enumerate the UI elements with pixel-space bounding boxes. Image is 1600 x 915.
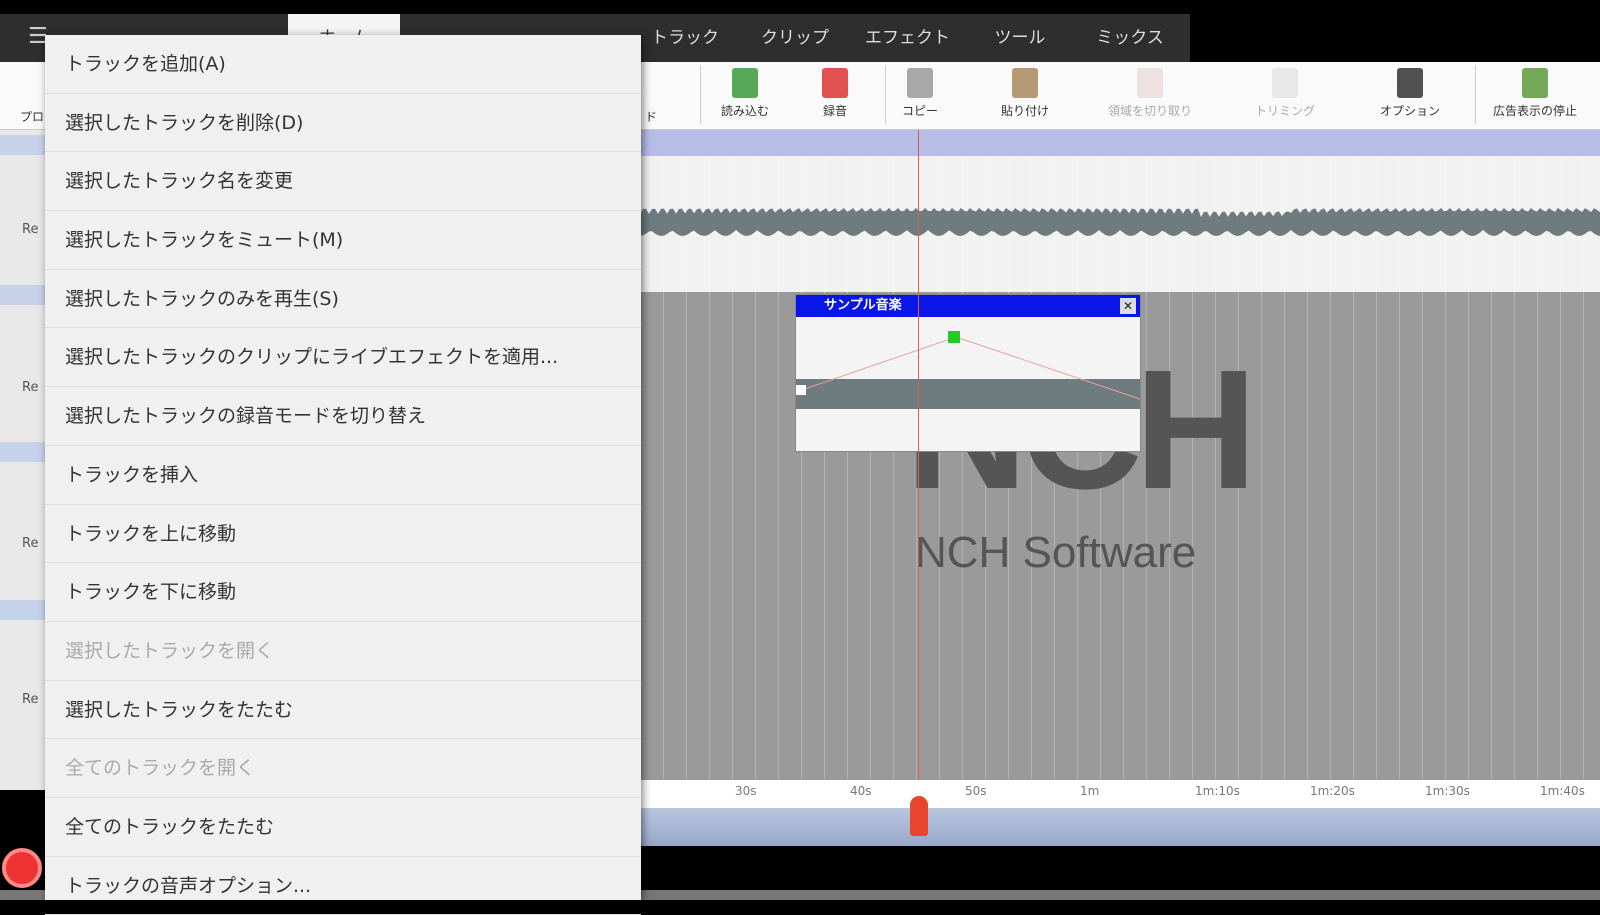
track-name[interactable]: Re — [22, 692, 38, 707]
globe-icon — [1522, 68, 1548, 98]
options-icon — [1397, 68, 1423, 98]
ruler-tick-label: 50s — [965, 784, 987, 798]
tab-mix[interactable]: ミックス — [1085, 14, 1175, 62]
trim-icon — [1272, 68, 1298, 98]
toolbar-divider — [1475, 66, 1476, 124]
record-button[interactable] — [2, 848, 42, 888]
ruler-tick-label: 1m:20s — [1310, 784, 1355, 798]
toolbar-button-2[interactable]: コピー — [870, 66, 970, 119]
toolbar-button-0[interactable]: 読み込む — [695, 66, 795, 119]
cut-icon — [1137, 68, 1163, 98]
track-collapse-icon[interactable] — [0, 135, 46, 155]
toolbar-button-3[interactable]: 貼り付け — [975, 66, 1075, 119]
toolbar-button-6[interactable]: オプション — [1360, 66, 1460, 119]
ruler-tick-label: 30s — [735, 784, 757, 798]
track-name[interactable]: Re — [22, 380, 38, 395]
toolbar-button-label: オプション — [1379, 104, 1440, 118]
track-controls-column: Re Re Re Re — [0, 130, 46, 790]
track-waveform — [640, 208, 1600, 236]
toolbar-button-5[interactable]: トリミング — [1235, 66, 1335, 119]
playhead-line — [918, 130, 919, 830]
menu-item[interactable]: 選択したトラックのみを再生(S) — [45, 270, 641, 329]
menu-item[interactable]: トラックを挿入 — [45, 446, 641, 505]
tab-effect[interactable]: エフェクト — [855, 14, 960, 62]
track-collapse-icon[interactable] — [0, 600, 46, 620]
ruler-tick-label: 1m — [1080, 784, 1100, 798]
toolbar-button-4[interactable]: 領域を切り取り — [1100, 66, 1200, 119]
copy-icon — [907, 68, 933, 98]
paste-icon — [1012, 68, 1038, 98]
toolbar-button-label: 広告表示の停止 — [1492, 104, 1577, 118]
menu-item[interactable]: 選択したトラックのクリップにライブエフェクトを適用... — [45, 328, 641, 388]
menu-item[interactable]: トラックを追加(A) — [45, 35, 641, 94]
menu-item[interactable]: 選択したトラックをたたむ — [45, 681, 641, 740]
tab-tools[interactable]: ツール — [975, 14, 1065, 62]
track-collapse-icon[interactable] — [0, 442, 46, 462]
menu-item[interactable]: トラックの音声オプション... — [45, 857, 641, 915]
envelope-point[interactable] — [796, 385, 806, 395]
ruler-tick-label: 1m:30s — [1425, 784, 1470, 798]
menu-item: 全てのトラックを開く — [45, 739, 641, 798]
ruler-tick-label: 1m:40s — [1540, 784, 1585, 798]
menu-item[interactable]: 選択したトラックの録音モードを切り替え — [45, 387, 641, 446]
toolbar-button-7[interactable]: 広告表示の停止 — [1485, 66, 1585, 119]
toolbar-button-label: 読み込む — [720, 104, 769, 118]
track-name[interactable]: Re — [22, 222, 38, 237]
toolbar-button-label: 貼り付け — [1000, 104, 1049, 118]
menu-item[interactable]: トラックを下に移動 — [45, 563, 641, 622]
menu-item[interactable]: 全てのトラックをたたむ — [45, 798, 641, 857]
record-file-icon — [822, 68, 848, 98]
playhead-marker[interactable] — [910, 796, 928, 836]
menu-item[interactable]: トラックを上に移動 — [45, 505, 641, 564]
menu-item: 選択したトラックを開く — [45, 622, 641, 681]
toolbar-button-label: 録音 — [822, 104, 847, 118]
nch-logo-text: NCH Software — [915, 528, 1197, 577]
close-icon[interactable]: ✕ — [1120, 298, 1136, 314]
tab-track[interactable]: トラック — [640, 14, 730, 62]
track-collapse-icon[interactable] — [0, 285, 46, 305]
toolbar-partial-label: プロ — [20, 110, 45, 124]
ruler-tick-label: 40s — [850, 784, 872, 798]
clip-window[interactable]: サンプル音楽 ✕ — [795, 294, 1141, 452]
toolbar-partial-dropdown[interactable]: ド — [645, 108, 657, 125]
toolbar-button-label: トリミング — [1254, 104, 1315, 118]
clip-window-title: サンプル音楽 — [796, 295, 1140, 317]
envelope-point[interactable] — [948, 331, 960, 343]
track-context-menu: トラックを追加(A) 選択したトラックを削除(D) 選択したトラック名を変更 選択した… — [45, 35, 641, 915]
menu-item[interactable]: 選択したトラックを削除(D) — [45, 94, 641, 153]
toolbar-button-label: コピー — [901, 104, 938, 118]
timeline-scrollbar[interactable] — [640, 808, 1600, 846]
toolbar-button-label: 領域を切り取り — [1107, 104, 1192, 118]
track-name[interactable]: Re — [22, 536, 38, 551]
clip-waveform — [795, 331, 1141, 409]
tab-clip[interactable]: クリップ — [750, 14, 840, 62]
ruler-tick-label: 1m:10s — [1195, 784, 1240, 798]
menu-item[interactable]: 選択したトラックをミュート(M) — [45, 211, 641, 270]
menu-item[interactable]: 選択したトラック名を変更 — [45, 152, 641, 212]
import-icon — [732, 68, 758, 98]
